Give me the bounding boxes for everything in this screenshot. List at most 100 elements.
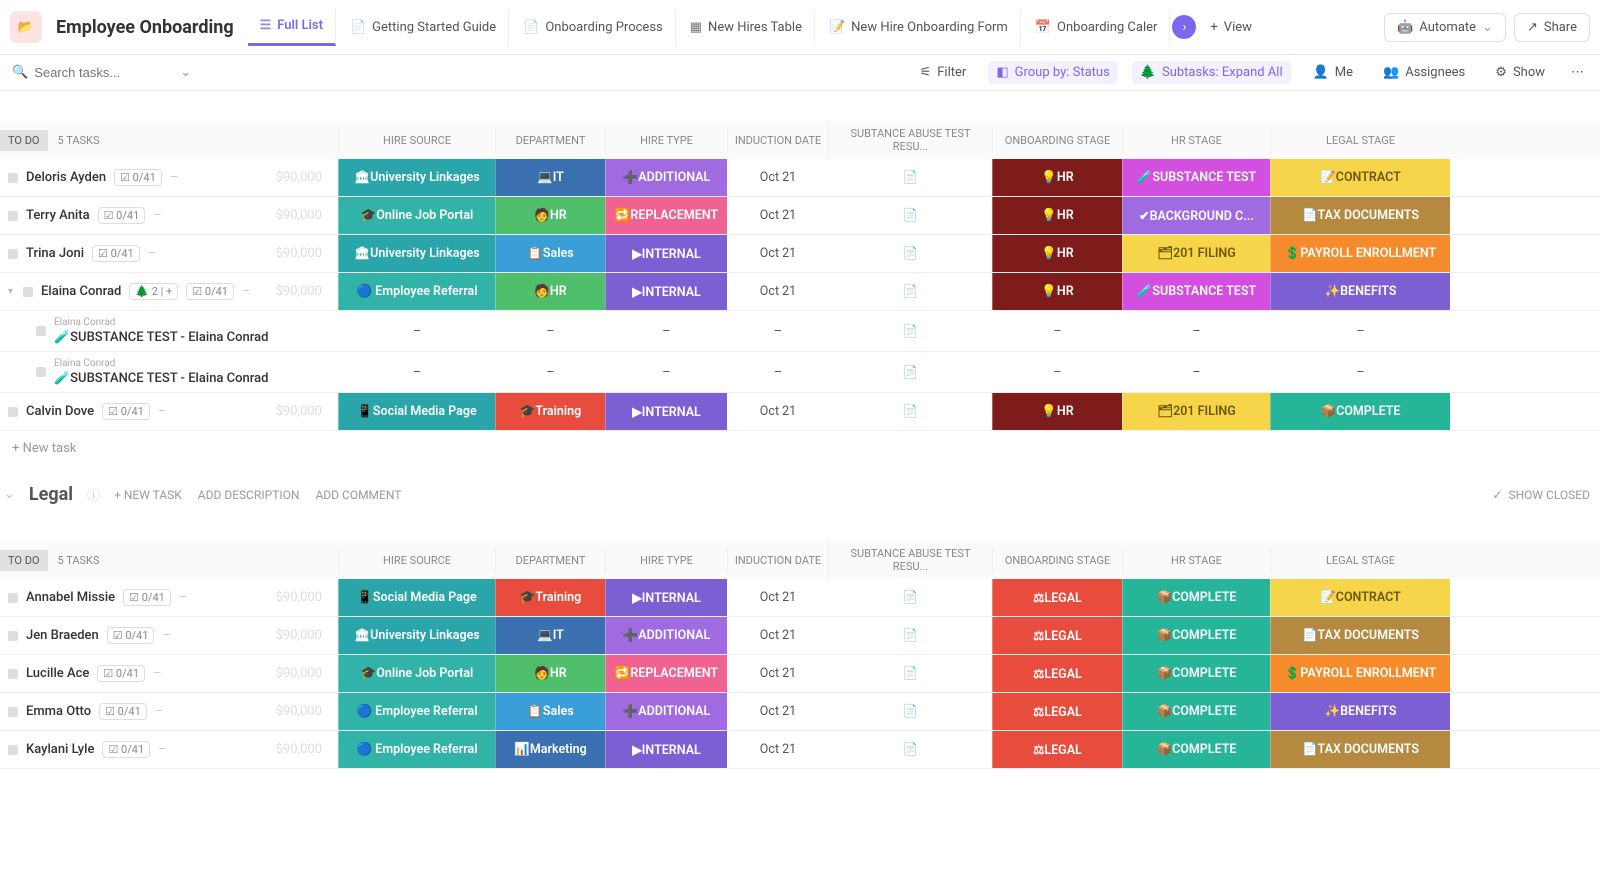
cell-legal[interactable]: – bbox=[1270, 311, 1450, 351]
cell-legal[interactable]: 📝CONTRACT bbox=[1270, 159, 1450, 196]
col-substance-test[interactable]: SUBTANCE ABUSE TEST RESU... bbox=[828, 541, 992, 579]
cell-sub[interactable]: 📄 bbox=[828, 655, 992, 692]
checklist-pill[interactable]: ☑ 0/41 bbox=[123, 589, 171, 606]
info-icon[interactable]: ⓘ bbox=[87, 485, 100, 504]
status-chip-todo[interactable]: TO DO bbox=[0, 550, 48, 571]
cell-induct[interactable]: Oct 21 bbox=[727, 393, 828, 430]
cell-hr[interactable]: 📦COMPLETE bbox=[1122, 617, 1270, 654]
cell-hiresrc[interactable]: 🏛University Linkages bbox=[338, 159, 495, 196]
cell-hr[interactable]: 🧪SUBSTANCE TEST bbox=[1122, 159, 1270, 196]
cell-legal[interactable]: 📄TAX DOCUMENTS bbox=[1270, 197, 1450, 234]
assignee-placeholder[interactable]: – bbox=[179, 590, 188, 605]
task-name[interactable]: Deloris Ayden bbox=[26, 170, 106, 185]
cell-dept[interactable]: 🎓Training bbox=[495, 393, 605, 430]
search-input[interactable] bbox=[34, 65, 174, 80]
cell-dept[interactable]: 🧑HR bbox=[495, 655, 605, 692]
cell-ob[interactable]: 💡HR bbox=[992, 235, 1122, 272]
col-onboarding-stage[interactable]: ONBOARDING STAGE bbox=[992, 548, 1122, 573]
col-hr-stage[interactable]: HR STAGE bbox=[1122, 548, 1270, 573]
cell-hr[interactable]: 🗂201 FILING bbox=[1122, 235, 1270, 272]
cell-hiresrc[interactable]: 🏛University Linkages bbox=[338, 617, 495, 654]
cell-dept[interactable]: 📋Sales bbox=[495, 235, 605, 272]
cell-hr[interactable]: 📦COMPLETE bbox=[1122, 693, 1270, 730]
cell-hr[interactable]: 🧪SUBSTANCE TEST bbox=[1122, 273, 1270, 310]
status-chip-todo[interactable]: TO DO bbox=[0, 130, 48, 151]
cell-dept[interactable]: 💻IT bbox=[495, 159, 605, 196]
checklist-pill[interactable]: ☑ 0/41 bbox=[97, 665, 145, 682]
cell-sub[interactable]: 📄 bbox=[828, 352, 992, 392]
checklist-pill[interactable]: ☑ 0/41 bbox=[102, 741, 150, 758]
checklist-pill[interactable]: ☑ 0/41 bbox=[92, 245, 140, 262]
cell-dept[interactable]: 💻IT bbox=[495, 617, 605, 654]
assignee-placeholder[interactable]: – bbox=[170, 170, 179, 185]
tab-new-hires-table[interactable]: ▦New Hires Table bbox=[678, 10, 815, 45]
cell-hr[interactable]: – bbox=[1122, 311, 1270, 351]
cell-hr[interactable]: 📦COMPLETE bbox=[1122, 655, 1270, 692]
cell-induct[interactable]: – bbox=[727, 311, 828, 351]
tab-onboarding-process[interactable]: 📄Onboarding Process bbox=[511, 10, 676, 45]
cell-dept[interactable]: – bbox=[495, 352, 605, 392]
task-name[interactable]: Calvin Dove bbox=[26, 404, 94, 419]
cell-sub[interactable]: 📄 bbox=[828, 235, 992, 272]
cell-ob[interactable]: ⚖LEGAL bbox=[992, 693, 1122, 730]
col-legal-stage[interactable]: LEGAL STAGE bbox=[1270, 128, 1450, 153]
subtask-count-pill[interactable]: 🌲 2 | + bbox=[129, 283, 178, 300]
cell-ob[interactable]: ⚖LEGAL bbox=[992, 579, 1122, 616]
task-name[interactable]: Jen Braeden bbox=[26, 628, 99, 643]
cell-hiresrc[interactable]: 📱Social Media Page bbox=[338, 579, 495, 616]
tab-scroll-right[interactable]: › bbox=[1172, 15, 1196, 39]
col-induction-date[interactable]: INDUCTION DATE bbox=[727, 548, 828, 573]
cell-sub[interactable]: 📄 bbox=[828, 159, 992, 196]
assignee-placeholder[interactable]: – bbox=[242, 284, 251, 299]
cell-ob[interactable]: ⚖LEGAL bbox=[992, 617, 1122, 654]
assignees-button[interactable]: 👥Assignees bbox=[1375, 61, 1473, 84]
assignee-placeholder[interactable]: – bbox=[158, 404, 167, 419]
subtasks-button[interactable]: 🌲Subtasks: Expand All bbox=[1132, 61, 1291, 84]
groupby-button[interactable]: ◧Group by: Status bbox=[988, 61, 1117, 84]
assignee-placeholder[interactable]: – bbox=[155, 704, 164, 719]
cell-dept[interactable]: 📊Marketing bbox=[495, 731, 605, 768]
filter-button[interactable]: ⚟Filter bbox=[912, 61, 975, 84]
task-name[interactable]: Elaina Conrad bbox=[41, 284, 121, 299]
cell-legal[interactable]: 💲PAYROLL ENROLLMENT bbox=[1270, 655, 1450, 692]
me-button[interactable]: 👤Me bbox=[1305, 61, 1361, 84]
tab-getting-started[interactable]: 📄Getting Started Guide bbox=[338, 10, 509, 45]
cell-hiretype[interactable]: ➕ADDITIONAL bbox=[605, 617, 727, 654]
col-hire-type[interactable]: HIRE TYPE bbox=[605, 128, 727, 153]
col-substance-test[interactable]: SUBTANCE ABUSE TEST RESU... bbox=[828, 121, 992, 159]
collapse-icon[interactable]: ▾ bbox=[8, 286, 13, 297]
col-hr-stage[interactable]: HR STAGE bbox=[1122, 128, 1270, 153]
table-row[interactable]: Emma Otto ☑ 0/41 – $90,000🔵 Employee Ref… bbox=[0, 693, 1600, 731]
cell-ob[interactable]: 💡HR bbox=[992, 159, 1122, 196]
assignee-placeholder[interactable]: – bbox=[153, 208, 162, 223]
col-induction-date[interactable]: INDUCTION DATE bbox=[727, 128, 828, 153]
cell-hiretype[interactable]: ▶INTERNAL bbox=[605, 235, 727, 272]
cell-hiresrc[interactable]: 🏛University Linkages bbox=[338, 235, 495, 272]
collapse-icon[interactable]: ⌄ bbox=[4, 487, 15, 502]
cell-sub[interactable]: 📄 bbox=[828, 731, 992, 768]
cell-induct[interactable]: Oct 21 bbox=[727, 655, 828, 692]
task-name[interactable]: Emma Otto bbox=[26, 704, 91, 719]
task-name[interactable]: Annabel Missie bbox=[26, 590, 115, 605]
task-name[interactable]: 🧪SUBSTANCE TEST - Elaina Conrad bbox=[54, 330, 268, 345]
cell-induct[interactable]: Oct 21 bbox=[727, 273, 828, 310]
cell-hiresrc[interactable]: – bbox=[338, 352, 495, 392]
folder-icon[interactable]: 📂 bbox=[10, 11, 42, 43]
cell-legal[interactable]: 📄TAX DOCUMENTS bbox=[1270, 617, 1450, 654]
search-box[interactable]: 🔍 ⌄ bbox=[12, 65, 232, 80]
cell-induct[interactable]: Oct 21 bbox=[727, 693, 828, 730]
cell-hiresrc[interactable]: 🔵 Employee Referral bbox=[338, 693, 495, 730]
cell-induct[interactable]: – bbox=[727, 352, 828, 392]
cell-hr[interactable]: ✔BACKGROUND C... bbox=[1122, 197, 1270, 234]
tab-onboarding-calendar[interactable]: 📅Onboarding Caler bbox=[1023, 10, 1171, 45]
cell-hiretype[interactable]: ▶INTERNAL bbox=[605, 273, 727, 310]
cell-ob[interactable]: ⚖LEGAL bbox=[992, 731, 1122, 768]
show-button[interactable]: ⚙Show bbox=[1487, 61, 1553, 84]
cell-hiresrc[interactable]: 📱Social Media Page bbox=[338, 393, 495, 430]
col-legal-stage[interactable]: LEGAL STAGE bbox=[1270, 548, 1450, 573]
cell-induct[interactable]: Oct 21 bbox=[727, 159, 828, 196]
cell-dept[interactable]: – bbox=[495, 311, 605, 351]
cell-dept[interactable]: 🧑HR bbox=[495, 197, 605, 234]
cell-legal[interactable]: – bbox=[1270, 352, 1450, 392]
cell-hiresrc[interactable]: 🔵 Employee Referral bbox=[338, 273, 495, 310]
